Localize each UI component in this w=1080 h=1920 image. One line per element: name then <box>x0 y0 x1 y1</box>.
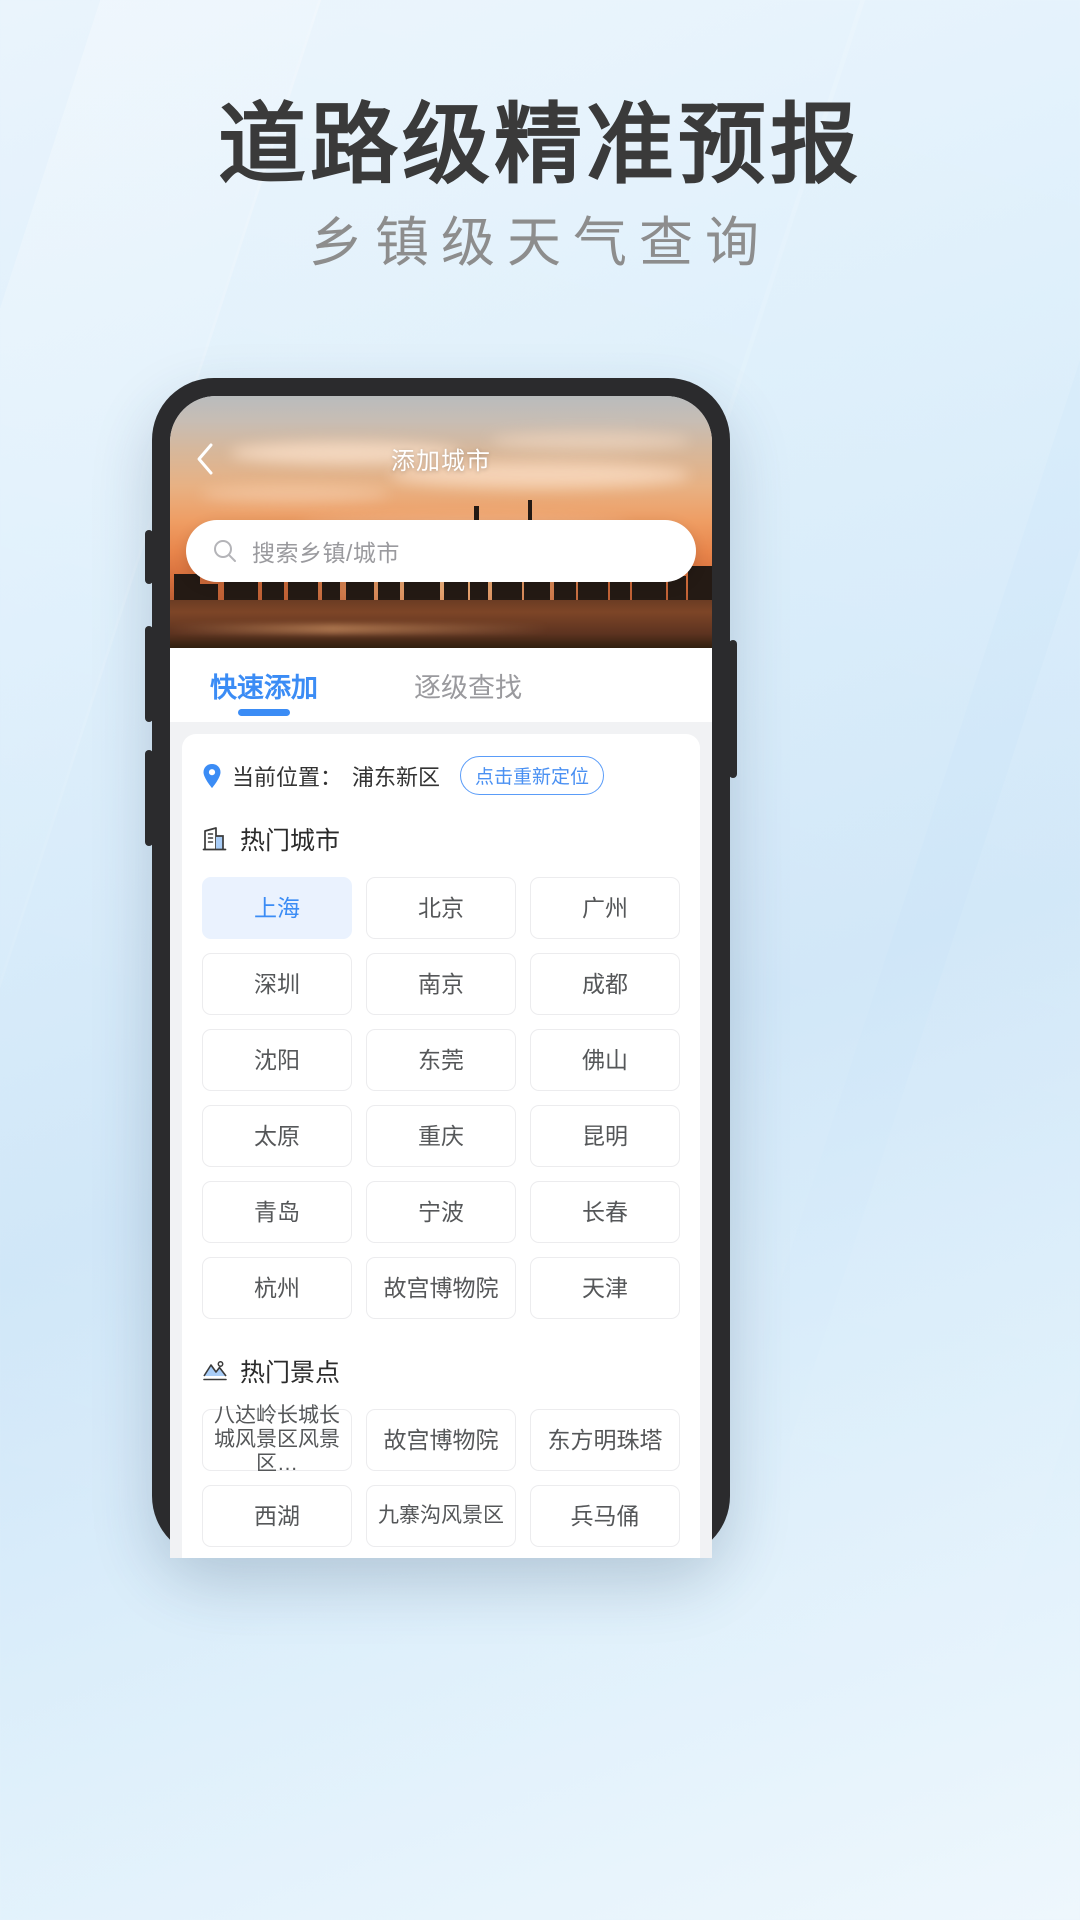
location-pin-icon <box>202 763 222 789</box>
volume-up-button[interactable] <box>145 626 153 722</box>
promo-headline: 道路级精准预报 <box>217 93 862 196</box>
hot-spots-header: 热门景点 <box>202 1353 680 1389</box>
hot-city-chip[interactable]: 昆明 <box>530 1105 680 1167</box>
hot-spot-chip[interactable]: 兵马俑 <box>530 1485 680 1547</box>
phone-screen: 添加城市 搜索乡镇/城市 快速添加 逐级查找 当前位置： 浦东新区 点击重新定位… <box>170 396 712 1558</box>
tab-bar: 快速添加 逐级查找 <box>170 648 712 722</box>
volume-down-button[interactable] <box>145 750 153 846</box>
quick-add-card: 当前位置： 浦东新区 点击重新定位 热门城市 上海 北京 广州 深圳 南京 成都… <box>182 734 700 1558</box>
tab-quick-add[interactable]: 快速添加 <box>190 648 338 722</box>
hot-cities-title: 热门城市 <box>240 827 341 855</box>
promo-subheadline: 乡镇级天气查询 <box>309 210 771 274</box>
tab-quick-add-label: 快速添加 <box>210 672 318 703</box>
hot-spot-chip[interactable]: 西湖 <box>202 1485 352 1547</box>
tab-drill-down-label: 逐级查找 <box>414 672 522 703</box>
hot-city-chip[interactable]: 深圳 <box>202 953 352 1015</box>
hot-city-chip[interactable]: 成都 <box>530 953 680 1015</box>
search-input[interactable]: 搜索乡镇/城市 <box>252 534 400 568</box>
building-icon <box>202 826 228 852</box>
chevron-left-icon <box>194 442 216 476</box>
hot-spot-chip[interactable]: 九寨沟风景区 <box>366 1485 516 1547</box>
page-title: 添加城市 <box>391 447 491 475</box>
hot-spot-chip[interactable]: 八达岭长城长城风景区风景区… <box>202 1404 352 1475</box>
back-button[interactable] <box>184 438 226 480</box>
hot-city-chip[interactable]: 长春 <box>530 1181 680 1243</box>
relocate-button[interactable]: 点击重新定位 <box>460 756 605 795</box>
mute-switch[interactable] <box>145 530 153 584</box>
tab-drill-down[interactable]: 逐级查找 <box>394 648 542 722</box>
hot-city-chip[interactable]: 杭州 <box>202 1257 352 1319</box>
hot-spots-grid: 八达岭长城长城风景区风景区… 故宫博物院 东方明珠塔西湖 九寨沟风景区 兵马俑 <box>202 1404 680 1547</box>
power-button[interactable] <box>729 640 737 778</box>
background-streak <box>699 198 1080 1802</box>
hot-city-chip[interactable]: 太原 <box>202 1105 352 1167</box>
phone-mockup: 添加城市 搜索乡镇/城市 快速添加 逐级查找 当前位置： 浦东新区 点击重新定位… <box>145 378 737 1558</box>
hot-city-chip[interactable]: 南京 <box>366 953 516 1015</box>
current-location-label: 当前位置： <box>232 764 343 790</box>
promo-header: 道路级精准预报 乡镇级天气查询 <box>0 93 1080 275</box>
hot-city-chip[interactable]: 天津 <box>530 1257 680 1319</box>
hot-city-chip[interactable]: 上海 <box>202 877 352 939</box>
current-location-row: 当前位置： 浦东新区 点击重新定位 <box>202 756 680 795</box>
hot-city-chip[interactable]: 东莞 <box>366 1029 516 1091</box>
search-bar[interactable]: 搜索乡镇/城市 <box>186 520 696 582</box>
mountain-icon <box>202 1358 228 1384</box>
hot-spot-chip[interactable]: 东方明珠塔 <box>530 1409 680 1471</box>
nav-bar: 添加城市 <box>170 436 712 480</box>
water-shimmer <box>170 624 712 634</box>
hot-city-chip[interactable]: 故宫博物院 <box>366 1257 516 1319</box>
current-location-value: 浦东新区 <box>352 764 441 790</box>
hot-city-chip[interactable]: 广州 <box>530 877 680 939</box>
search-icon <box>212 538 238 564</box>
content-area[interactable]: 当前位置： 浦东新区 点击重新定位 热门城市 上海 北京 广州 深圳 南京 成都… <box>170 722 712 1558</box>
hot-spot-chip[interactable]: 故宫博物院 <box>366 1409 516 1471</box>
hot-city-chip[interactable]: 青岛 <box>202 1181 352 1243</box>
hot-cities-header: 热门城市 <box>202 821 680 857</box>
hot-city-chip[interactable]: 宁波 <box>366 1181 516 1243</box>
hot-city-chip[interactable]: 北京 <box>366 877 516 939</box>
hot-city-chip[interactable]: 重庆 <box>366 1105 516 1167</box>
hot-city-chip[interactable]: 佛山 <box>530 1029 680 1091</box>
hot-city-chip[interactable]: 沈阳 <box>202 1029 352 1091</box>
hero-banner-image: 添加城市 搜索乡镇/城市 <box>170 396 712 648</box>
hot-cities-grid: 上海 北京 广州深圳 南京 成都沈阳 东莞 佛山太原 重庆 昆明青岛 宁波 长春杭州 故宫博物院 天津 <box>202 877 680 1319</box>
hot-spots-title: 热门景点 <box>240 1359 341 1387</box>
